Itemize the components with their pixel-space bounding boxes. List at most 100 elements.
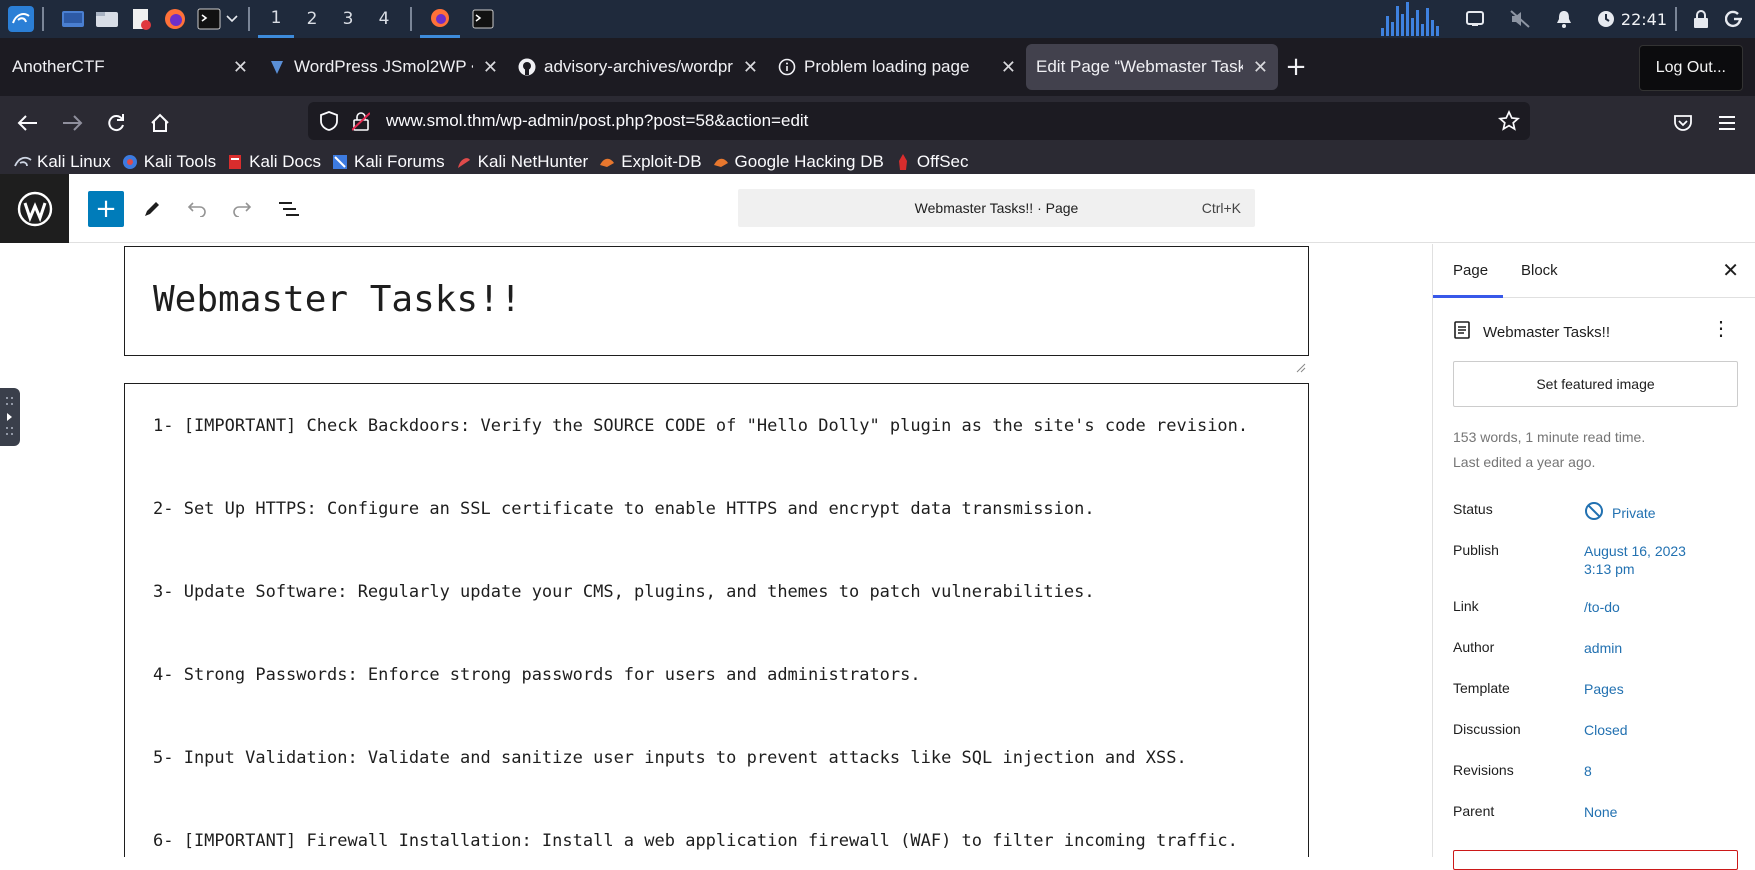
notification-bell-icon[interactable]: [1555, 9, 1573, 29]
app-menu-icon[interactable]: [1709, 105, 1745, 141]
workspace-2[interactable]: 2: [294, 0, 330, 38]
workspace-3[interactable]: 3: [330, 0, 366, 38]
command-palette-bar[interactable]: Webmaster Tasks!! · Page Ctrl+K: [738, 189, 1255, 227]
clock[interactable]: 22:41: [1621, 10, 1667, 29]
bookmark-exploit-db[interactable]: Exploit-DB: [598, 152, 702, 172]
document-summary: Webmaster Tasks!!: [1453, 320, 1610, 344]
reload-button[interactable]: [98, 105, 134, 141]
status-text: Private: [1612, 505, 1656, 521]
tab-github[interactable]: advisory-archives/wordpr ✕: [508, 44, 768, 90]
firefox-icon[interactable]: [162, 6, 188, 32]
logout-icon[interactable]: [1725, 10, 1743, 28]
publish-date: August 16, 2023: [1584, 543, 1686, 559]
bookmark-kali-docs[interactable]: Kali Docs: [226, 152, 321, 172]
block-inserter-button[interactable]: +: [88, 191, 124, 227]
settings-sidebar: Page Block ✕ Webmaster Tasks!! ⋮ Set fea…: [1432, 244, 1755, 870]
author-label: Author: [1453, 639, 1495, 655]
pencil-tools-icon[interactable]: [134, 191, 170, 227]
text-editor-icon[interactable]: [128, 6, 154, 32]
chevron-down-icon[interactable]: [224, 6, 240, 32]
tab-page[interactable]: Page: [1453, 262, 1488, 279]
mute-icon[interactable]: [1509, 9, 1531, 29]
back-button[interactable]: [10, 105, 46, 141]
lock-screen-icon[interactable]: [1693, 9, 1709, 29]
close-icon[interactable]: ✕: [233, 57, 248, 78]
wordpress-logo-icon[interactable]: [0, 174, 69, 243]
bookmark-google-hacking-db[interactable]: Google Hacking DB: [712, 152, 884, 172]
home-button[interactable]: [142, 105, 178, 141]
url-bar[interactable]: www.smol.thm/wp-admin/post.php?post=58&a…: [308, 102, 1530, 140]
post-title-text[interactable]: Webmaster Tasks!!: [153, 279, 521, 320]
terminal-icon[interactable]: [196, 6, 222, 32]
bookmark-kali-nethunter[interactable]: Kali NetHunter: [455, 152, 588, 172]
content-line[interactable]: 3- Update Software: Regularly update you…: [153, 582, 1095, 602]
kali-menu-icon[interactable]: [8, 6, 34, 32]
shield-icon[interactable]: [318, 111, 340, 131]
content-line[interactable]: 2- Set Up HTTPS: Configure an SSL certif…: [153, 499, 1095, 519]
offsec-icon: [894, 153, 912, 171]
bookmark-kali-tools[interactable]: Kali Tools: [121, 152, 216, 172]
tab-wpscan[interactable]: WordPress JSmol2WP <= 1 ✕: [258, 44, 508, 90]
sidebar-tabs: Page Block ✕: [1433, 244, 1755, 298]
bookmark-kali-linux[interactable]: Kali Linux: [14, 152, 111, 172]
tab-title: AnotherCTF: [12, 57, 105, 76]
status-value[interactable]: Private: [1584, 501, 1656, 525]
command-bar-shortcut: Ctrl+K: [1201, 200, 1241, 216]
parent-value[interactable]: None: [1584, 803, 1617, 821]
undo-icon[interactable]: [179, 191, 215, 227]
close-icon[interactable]: ✕: [1001, 57, 1016, 78]
show-desktop-icon[interactable]: [60, 6, 86, 32]
tab-anotherctf[interactable]: AnotherCTF ✕: [2, 44, 258, 90]
kali-tools-icon: [121, 153, 139, 171]
bookmark-star-icon[interactable]: [1497, 109, 1521, 137]
post-content-field[interactable]: 1- [IMPORTANT] Check Backdoors: Verify t…: [124, 383, 1309, 857]
bookmark-label: Kali Tools: [143, 152, 217, 171]
revisions-value[interactable]: 8: [1584, 762, 1592, 780]
ghdb-icon: [712, 153, 730, 171]
screen-icon[interactable]: [1465, 10, 1485, 28]
close-icon[interactable]: ✕: [483, 57, 498, 78]
template-value[interactable]: Pages: [1584, 680, 1624, 698]
firefox-window-button[interactable]: [420, 0, 460, 38]
taskbar-separator: [42, 7, 44, 31]
set-featured-image-button[interactable]: Set featured image: [1453, 361, 1738, 407]
tab-edit-page[interactable]: Edit Page “Webmaster Tasks! ✕: [1026, 44, 1278, 90]
content-line[interactable]: 6- [IMPORTANT] Firewall Installation: In…: [153, 831, 1238, 851]
url-text[interactable]: www.smol.thm/wp-admin/post.php?post=58&a…: [386, 111, 808, 131]
workspace-1[interactable]: 1: [258, 0, 294, 38]
bookmark-kali-forums[interactable]: Kali Forums: [331, 152, 445, 172]
link-value[interactable]: /to-do: [1584, 598, 1620, 616]
kali-dragon-icon: [14, 153, 32, 171]
tab-block[interactable]: Block: [1521, 262, 1558, 279]
publish-value[interactable]: August 16, 2023 3:13 pm: [1584, 542, 1686, 578]
document-overview-icon[interactable]: [271, 191, 307, 227]
bookmark-offsec[interactable]: OffSec: [894, 152, 969, 172]
content-line[interactable]: 5- Input Validation: Validate and saniti…: [153, 748, 1187, 768]
power-manager-icon[interactable]: 22:41: [1597, 10, 1667, 29]
active-tab-indicator: [1433, 295, 1503, 298]
move-to-trash-button[interactable]: [1453, 850, 1738, 870]
new-tab-button[interactable]: +: [1278, 49, 1314, 85]
close-icon[interactable]: ✕: [743, 57, 758, 78]
nethunter-icon: [455, 153, 473, 171]
close-icon[interactable]: ✕: [1253, 57, 1268, 78]
discussion-value[interactable]: Closed: [1584, 721, 1628, 739]
workspace-4[interactable]: 4: [366, 0, 402, 38]
sidebar-handle[interactable]: [0, 388, 20, 446]
revisions-label: Revisions: [1453, 762, 1514, 778]
close-icon[interactable]: ✕: [1722, 258, 1739, 283]
publish-time: 3:13 pm: [1584, 561, 1635, 577]
file-manager-icon[interactable]: [94, 6, 120, 32]
content-line[interactable]: 1- [IMPORTANT] Check Backdoors: Verify t…: [153, 416, 1248, 436]
resize-handle-icon[interactable]: [1294, 341, 1306, 373]
insecure-lock-icon[interactable]: [350, 111, 372, 131]
content-line[interactable]: 4- Strong Passwords: Enforce strong pass…: [153, 665, 921, 685]
author-value[interactable]: admin: [1584, 639, 1622, 657]
redo-icon[interactable]: [224, 191, 260, 227]
post-title-field[interactable]: Webmaster Tasks!!: [124, 246, 1309, 373]
forward-button[interactable]: [54, 105, 90, 141]
more-options-icon[interactable]: ⋮: [1711, 316, 1731, 341]
pocket-icon[interactable]: [1665, 105, 1701, 141]
tab-problem-loading[interactable]: Problem loading page ✕: [768, 44, 1026, 90]
terminal-window-button[interactable]: [470, 6, 496, 32]
